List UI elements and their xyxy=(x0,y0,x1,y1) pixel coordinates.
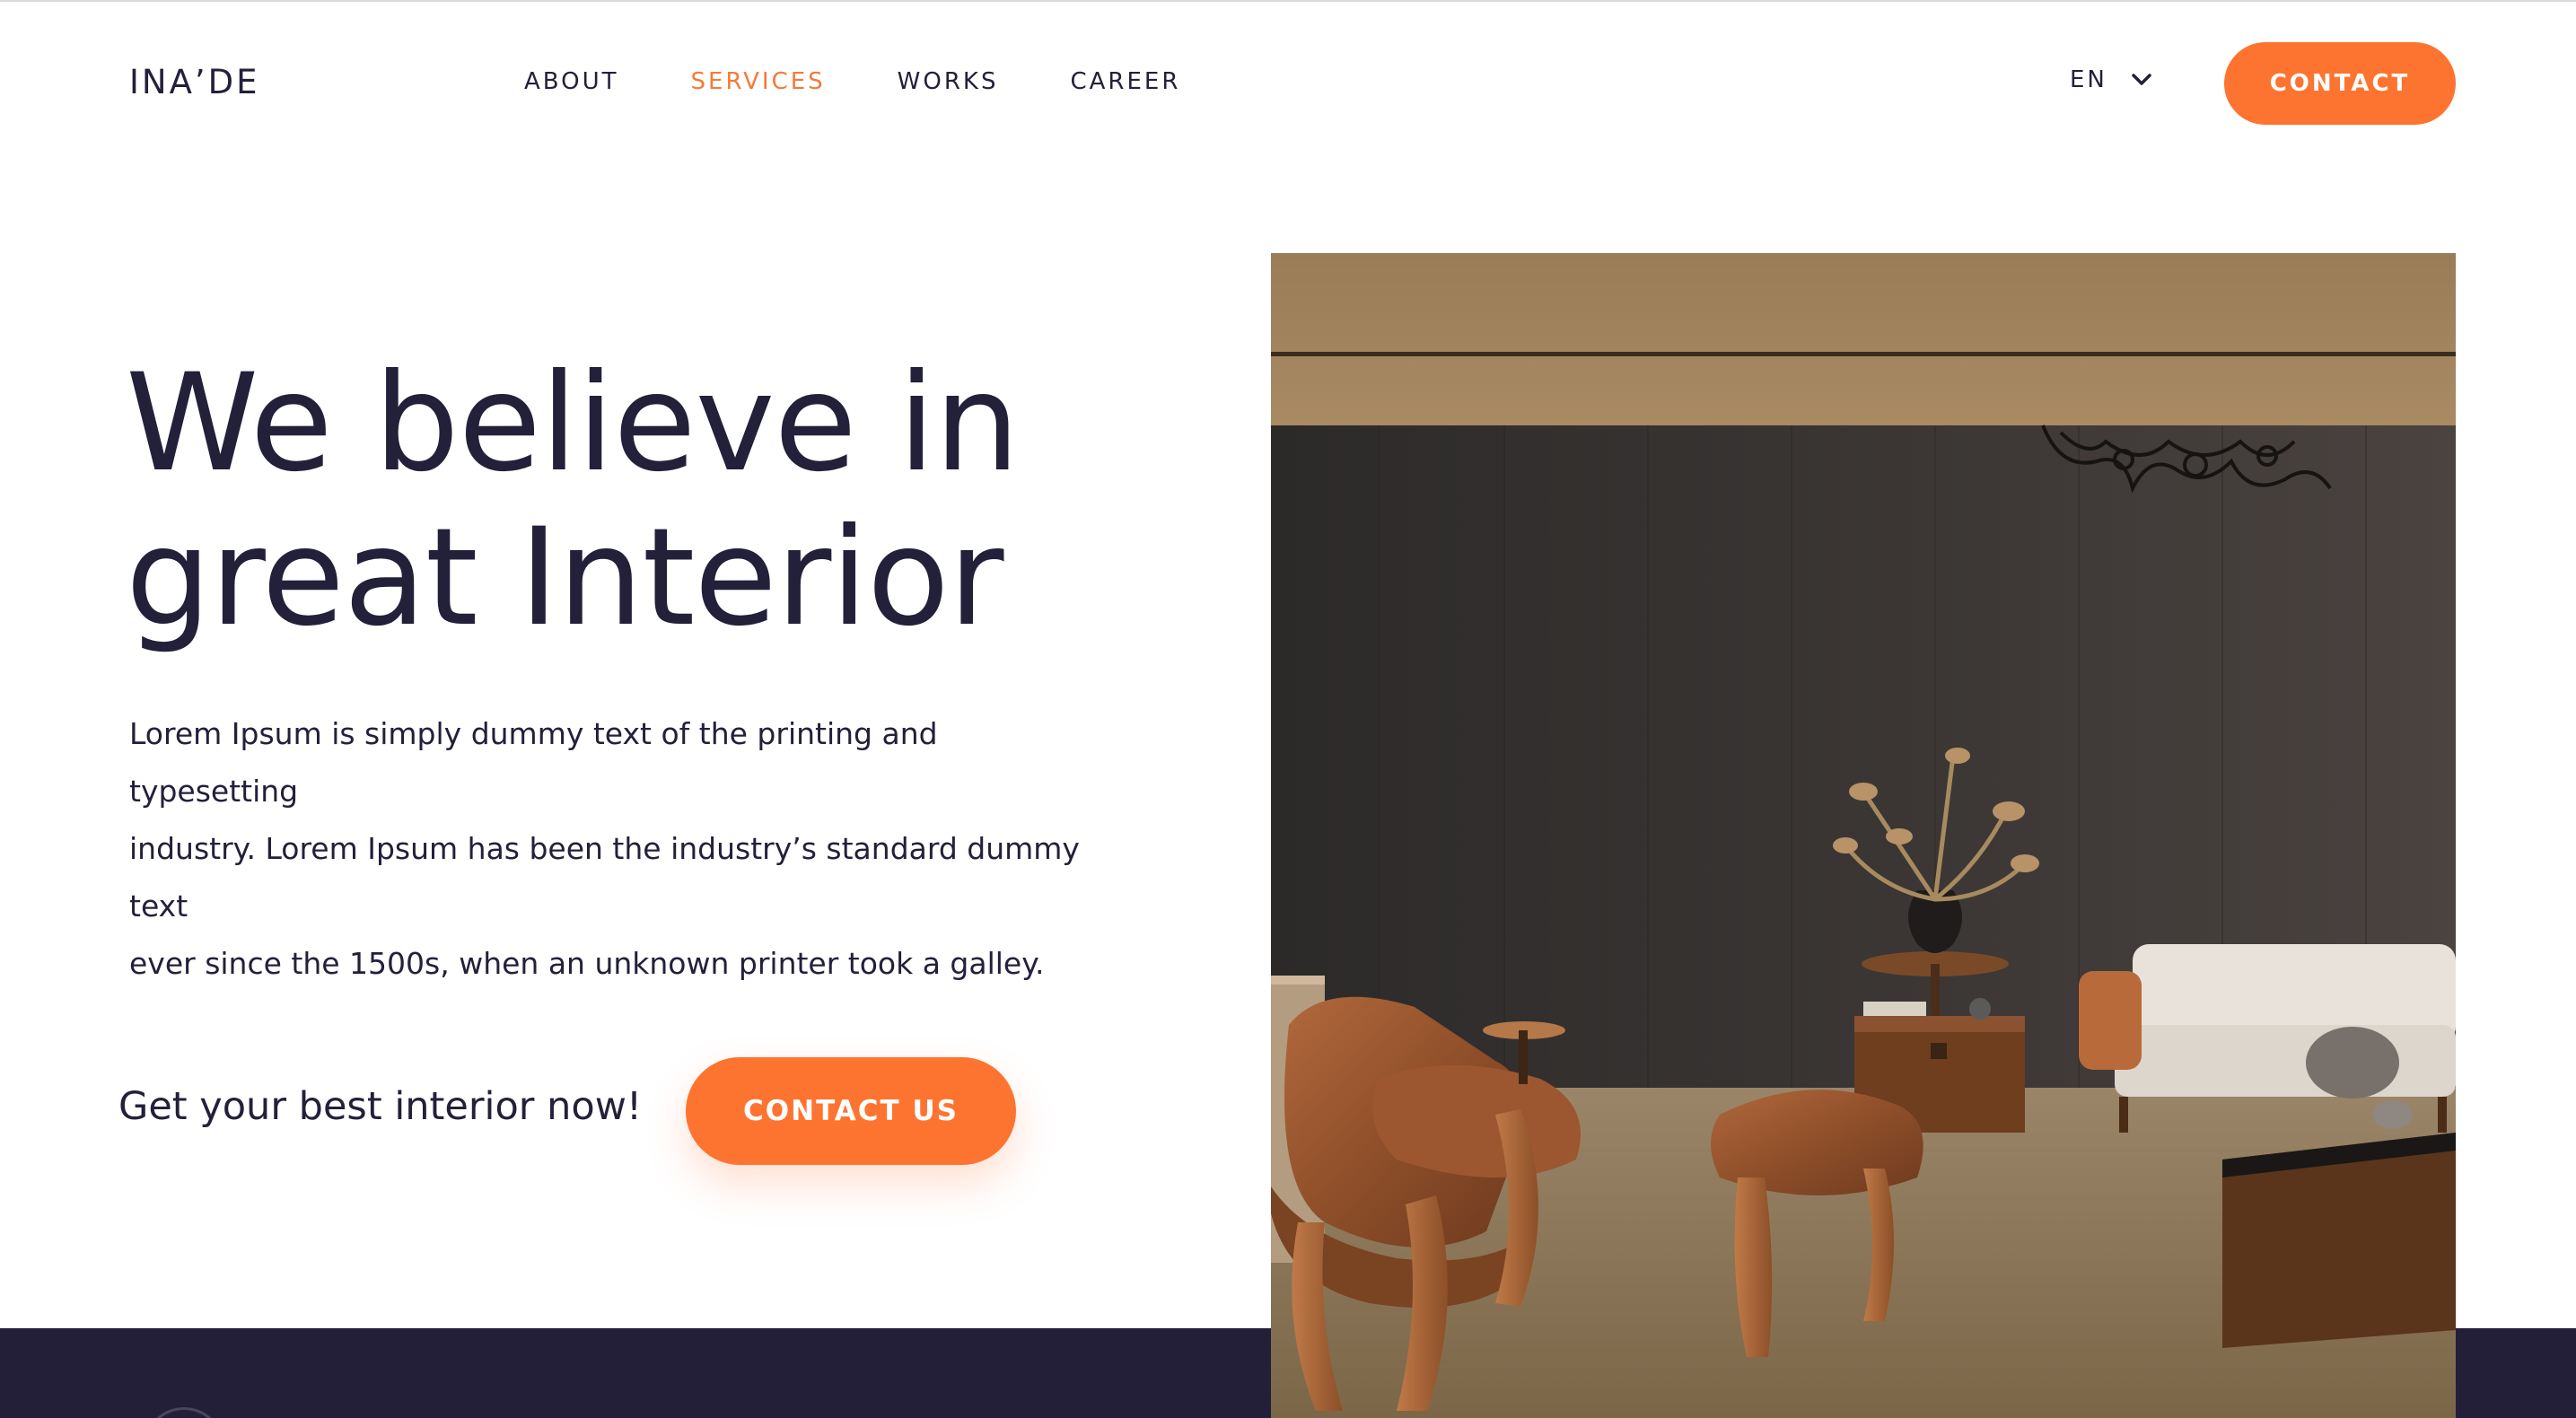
cta-text: Get your best interior now! xyxy=(118,1084,643,1129)
chevron-down-icon xyxy=(2132,74,2151,85)
hero-title-line-1: We believe in xyxy=(126,346,1020,502)
nav-item-about[interactable]: ABOUT xyxy=(524,68,619,95)
nav-item-works[interactable]: WORKS xyxy=(898,68,999,95)
hero-title-line-2: great Interior xyxy=(126,500,1003,656)
hero-description: Lorem Ipsum is simply dummy text of the … xyxy=(129,705,1099,993)
contact-button[interactable]: CONTACT xyxy=(2224,42,2456,125)
language-selector[interactable]: EN xyxy=(2070,66,2152,93)
nav-item-services[interactable]: SERVICES xyxy=(691,68,826,95)
hero-description-line-1: Lorem Ipsum is simply dummy text of the … xyxy=(129,716,938,809)
hero-interior-image xyxy=(1271,253,2456,1418)
nav-item-career[interactable]: CAREER xyxy=(1070,68,1180,95)
brand-logo[interactable]: INA’DE xyxy=(129,63,260,101)
hero-description-line-3: ever since the 1500s, when an unknown pr… xyxy=(129,946,1045,981)
language-label: EN xyxy=(2070,66,2107,93)
contact-us-button[interactable]: CONTACT US xyxy=(686,1057,1016,1165)
hero-title: We believe in great Interior xyxy=(126,346,1203,655)
main-nav: ABOUT SERVICES WORKS CAREER xyxy=(524,68,1180,95)
hero-description-line-2: industry. Lorem Ipsum has been the indus… xyxy=(129,831,1080,923)
top-divider xyxy=(0,0,2576,2)
